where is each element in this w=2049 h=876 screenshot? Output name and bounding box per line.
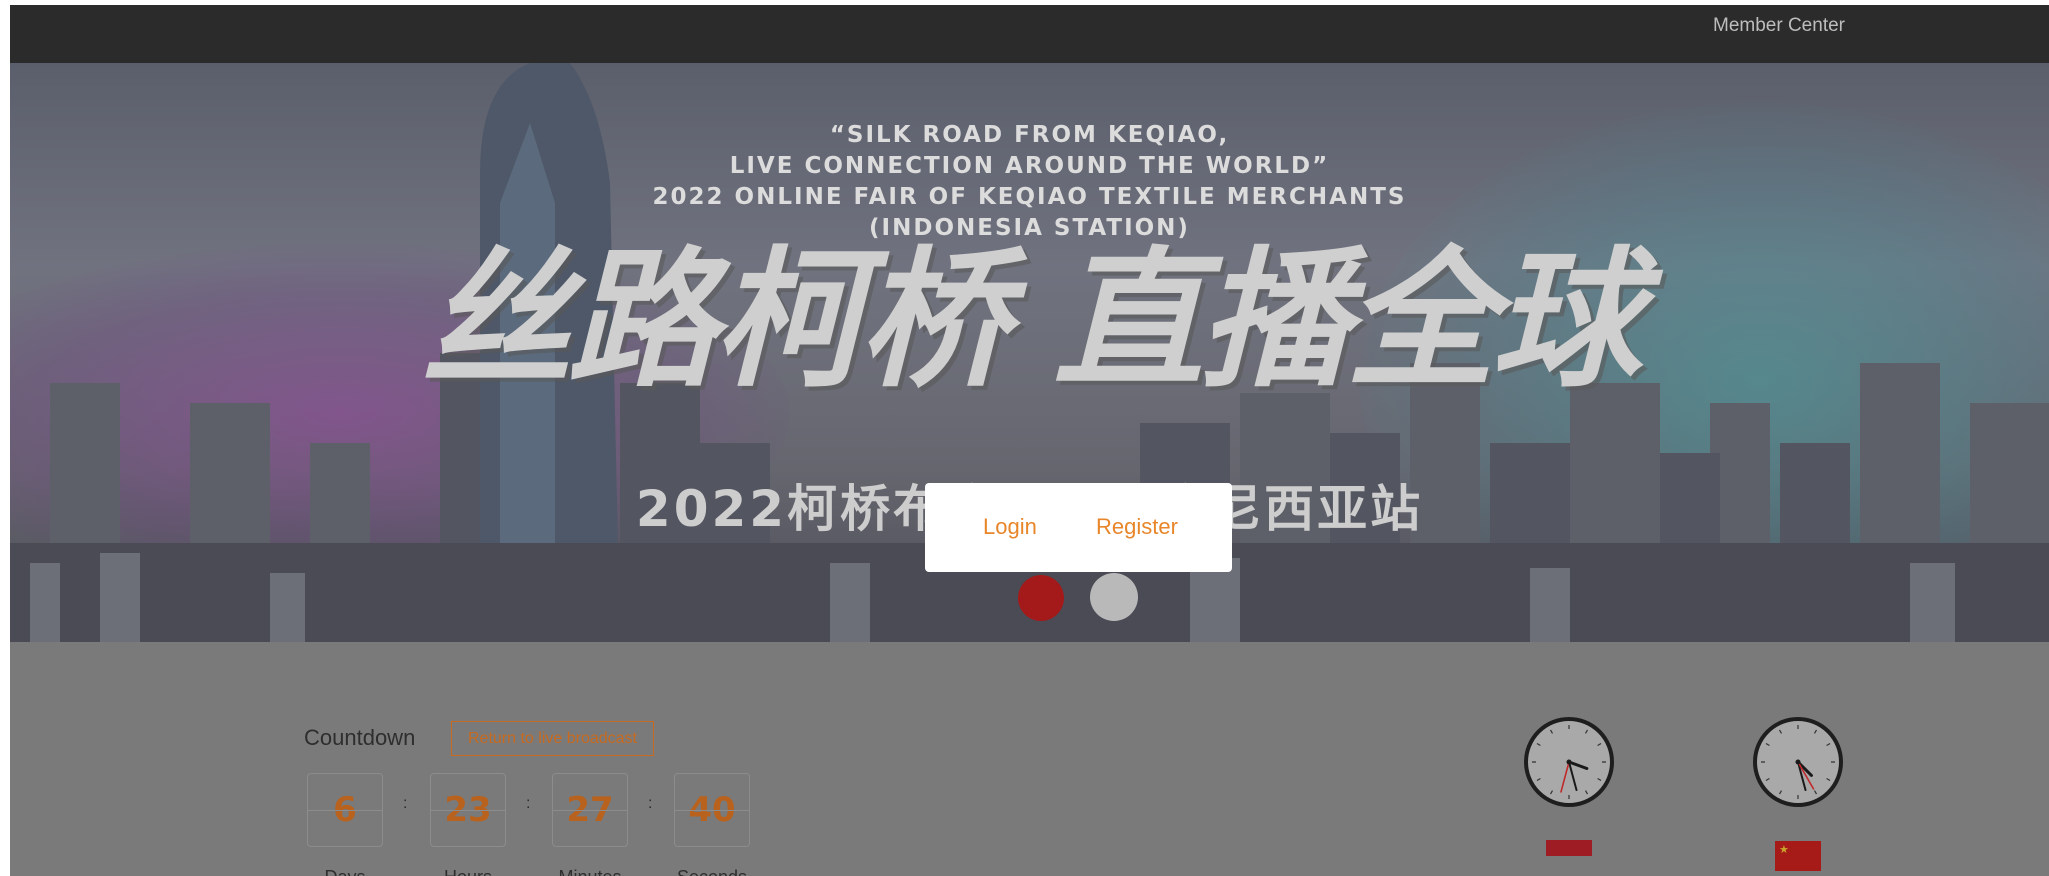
indonesia-clock-icon: [1524, 717, 1614, 807]
clock-tick: [1597, 742, 1602, 747]
banner-title-line: “SILK ROAD FROM KEQIAO,: [829, 122, 1230, 148]
clock-tick: [1778, 729, 1783, 734]
countdown-hours: 23: [430, 773, 506, 847]
china-clock-icon: [1753, 717, 1843, 807]
red-ball-decoration: [1018, 575, 1064, 621]
clock-tick: [1597, 777, 1602, 782]
login-link[interactable]: Login: [983, 514, 1037, 540]
countdown-separator: :: [403, 795, 408, 812]
countdown-unit-days: Days: [307, 867, 383, 876]
clock-tick: [1765, 742, 1770, 747]
countdown-separator: :: [526, 795, 531, 812]
banner-chinese-title: 丝路柯桥 直播全球: [421, 232, 1641, 408]
page-overlay: Member Center “SILK ROAD FROM KEQIAO, LI…: [10, 5, 2049, 876]
clock-tick: [1536, 742, 1541, 747]
clock-hand: [1568, 761, 1578, 792]
clock-hand: [1560, 761, 1570, 793]
clock-tick: [1826, 777, 1831, 782]
countdown-unit-hours: Hours: [430, 867, 506, 876]
banner-title-line: 2022 ONLINE FAIR OF KEQIAO TEXTILE MERCH…: [652, 184, 1407, 210]
countdown-separator: :: [648, 795, 653, 812]
clock-tick: [1584, 729, 1589, 734]
clock-tick: [1813, 729, 1818, 734]
countdown-minutes: 27: [552, 773, 628, 847]
clock-tick: [1584, 790, 1589, 795]
banner-english-title: “SILK ROAD FROM KEQIAO, LIVE CONNECTION …: [10, 120, 2049, 244]
clock-tick: [1813, 790, 1818, 795]
countdown-unit-minutes: Minutes: [552, 867, 628, 876]
clock-tick: [1765, 777, 1770, 782]
login-register-popup: Login Register: [925, 483, 1232, 572]
top-nav-bar: Member Center: [10, 5, 2049, 63]
countdown-days: 6: [307, 773, 383, 847]
china-flag-icon: ★: [1775, 841, 1821, 871]
return-to-live-button[interactable]: Return to live broadcast: [451, 721, 654, 756]
indonesia-flag-icon: [1546, 840, 1592, 856]
clock-tick: [1536, 777, 1541, 782]
clock-tick: [1549, 790, 1554, 795]
member-center-link[interactable]: Member Center: [1713, 15, 1845, 37]
clock-tick: [1826, 742, 1831, 747]
white-ball-decoration: [1090, 573, 1138, 621]
clock-tick: [1549, 729, 1554, 734]
countdown-label: Countdown: [304, 725, 416, 750]
countdown-unit-seconds: Seconds: [674, 867, 750, 876]
clock-tick: [1778, 790, 1783, 795]
banner-title-line: LIVE CONNECTION AROUND THE WORLD”: [729, 153, 1330, 179]
register-link[interactable]: Register: [1096, 514, 1178, 540]
countdown-seconds: 40: [674, 773, 750, 847]
clock-hand: [1567, 760, 1589, 770]
